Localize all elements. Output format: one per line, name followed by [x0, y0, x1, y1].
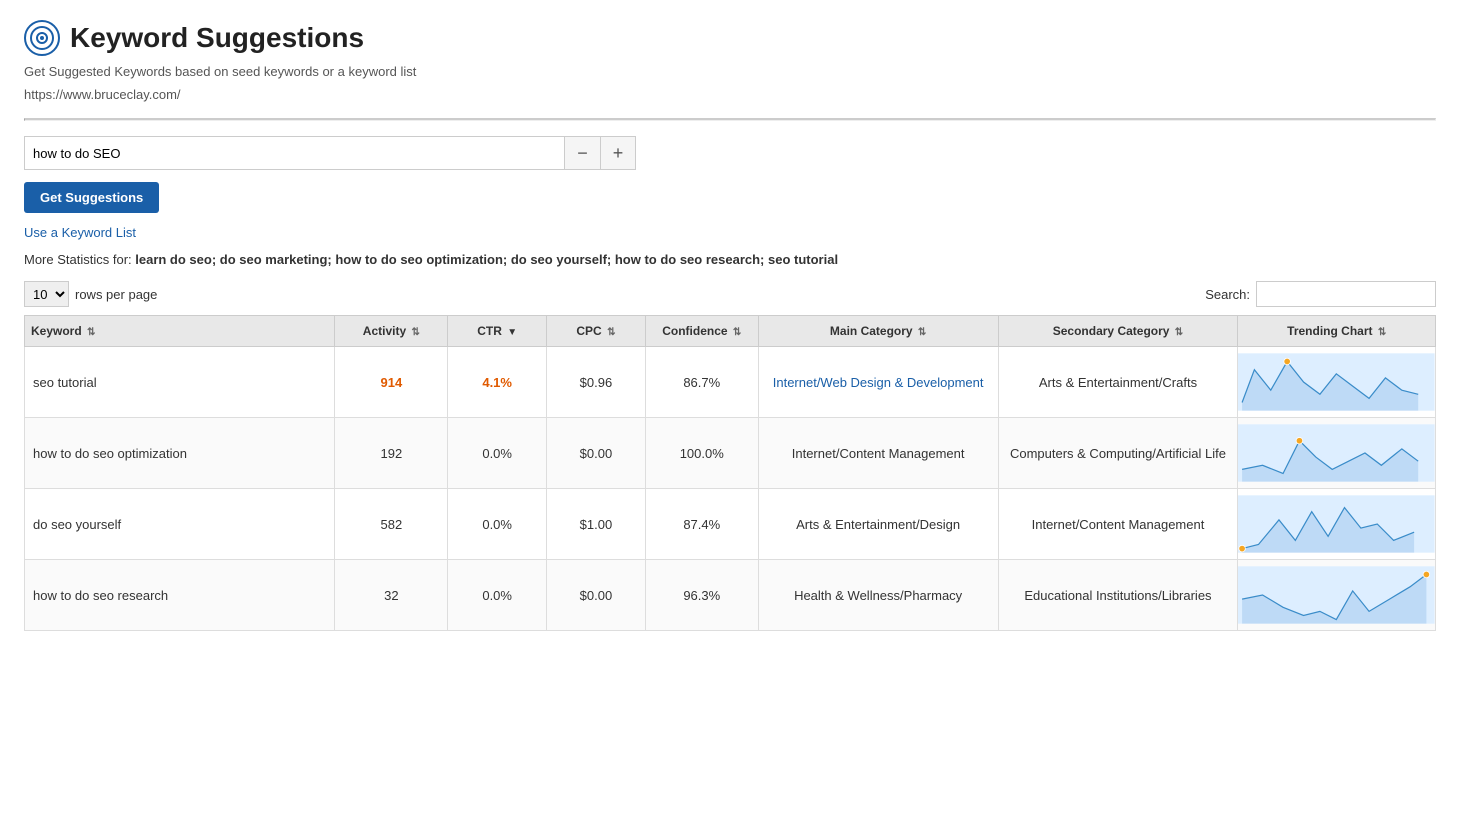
cell-keyword: how to do seo research: [25, 560, 335, 631]
trending-chart-svg: [1238, 489, 1435, 559]
cell-confidence: 86.7%: [645, 347, 758, 418]
more-stats-prefix: More Statistics for:: [24, 252, 135, 267]
col-header-keyword[interactable]: Keyword ⇅: [25, 316, 335, 347]
get-suggestions-button[interactable]: Get Suggestions: [24, 182, 159, 213]
col-header-main-category[interactable]: Main Category ⇅: [758, 316, 998, 347]
table-row: how to do seo research320.0%$0.0096.3%He…: [25, 560, 1436, 631]
page-title: Keyword Suggestions: [70, 22, 364, 54]
cell-trending-chart: [1238, 347, 1436, 418]
table-body: seo tutorial9144.1%$0.9686.7% Internet/We…: [25, 347, 1436, 631]
cell-keyword: how to do seo optimization: [25, 418, 335, 489]
cell-activity: 192: [335, 418, 448, 489]
main-container: Keyword Suggestions Get Suggested Keywor…: [0, 0, 1460, 651]
plus-button[interactable]: +: [600, 136, 636, 170]
cell-cpc: $1.00: [547, 489, 646, 560]
cell-ctr: 0.0%: [448, 418, 547, 489]
table-controls: 10 25 50 rows per page Search:: [24, 281, 1436, 307]
table-row: do seo yourself5820.0%$1.0087.4%Arts & E…: [25, 489, 1436, 560]
cell-trending-chart: [1238, 418, 1436, 489]
sort-arrow-main-cat: ⇅: [918, 327, 926, 338]
cell-secondary-category: Arts & Entertainment/Crafts: [998, 347, 1238, 418]
cell-main-category[interactable]: Internet/Web Design & Development: [758, 347, 998, 418]
sort-arrow-confidence: ⇅: [733, 327, 741, 338]
col-header-activity[interactable]: Activity ⇅: [335, 316, 448, 347]
cell-main-category: Internet/Content Management: [758, 418, 998, 489]
sort-arrow-trending: ⇅: [1378, 327, 1386, 338]
table-header-row: Keyword ⇅ Activity ⇅ CTR ▼ CPC ⇅ Confide…: [25, 316, 1436, 347]
cell-keyword: do seo yourself: [25, 489, 335, 560]
col-header-confidence[interactable]: Confidence ⇅: [645, 316, 758, 347]
cell-confidence: 87.4%: [645, 489, 758, 560]
cell-main-category: Arts & Entertainment/Design: [758, 489, 998, 560]
cell-cpc: $0.00: [547, 418, 646, 489]
main-category-link[interactable]: Internet/Web Design & Development: [773, 375, 984, 390]
cell-confidence: 100.0%: [645, 418, 758, 489]
cell-trending-chart: [1238, 560, 1436, 631]
cell-confidence: 96.3%: [645, 560, 758, 631]
search-label: Search:: [1205, 287, 1250, 302]
trending-chart-svg: [1238, 418, 1435, 488]
subtitle: Get Suggested Keywords based on seed key…: [24, 64, 1436, 79]
use-keyword-link[interactable]: Use a Keyword List: [24, 225, 1436, 240]
cell-secondary-category: Computers & Computing/Artificial Life: [998, 418, 1238, 489]
rows-per-page-label: rows per page: [75, 287, 157, 302]
cell-main-category: Health & Wellness/Pharmacy: [758, 560, 998, 631]
title-row: Keyword Suggestions: [24, 20, 1436, 56]
col-header-ctr[interactable]: CTR ▼: [448, 316, 547, 347]
more-stats-keywords: learn do seo; do seo marketing; how to d…: [135, 252, 838, 267]
table-row: how to do seo optimization1920.0%$0.0010…: [25, 418, 1436, 489]
cell-activity: 914: [335, 347, 448, 418]
sort-arrow-sec-cat: ⇅: [1175, 327, 1183, 338]
page-icon: [24, 20, 60, 56]
more-stats: More Statistics for: learn do seo; do se…: [24, 252, 1436, 267]
search-input[interactable]: [1256, 281, 1436, 307]
sort-arrow-activity: ⇅: [411, 327, 419, 338]
cell-trending-chart: [1238, 489, 1436, 560]
top-divider: [24, 118, 1436, 121]
cell-cpc: $0.96: [547, 347, 646, 418]
rows-per-page-select[interactable]: 10 25 50: [24, 281, 69, 307]
cell-secondary-category: Internet/Content Management: [998, 489, 1238, 560]
sort-arrow-cpc: ⇅: [607, 327, 615, 338]
keyword-input-row: − +: [24, 136, 1436, 170]
cell-ctr: 4.1%: [448, 347, 547, 418]
sort-arrow-keyword: ⇅: [87, 327, 95, 338]
cell-ctr: 0.0%: [448, 560, 547, 631]
trending-chart-svg: [1238, 347, 1435, 417]
col-header-cpc[interactable]: CPC ⇅: [547, 316, 646, 347]
site-url: https://www.bruceclay.com/: [24, 87, 1436, 102]
sort-arrow-ctr: ▼: [507, 327, 517, 338]
cell-keyword: seo tutorial: [25, 347, 335, 418]
keyword-table: Keyword ⇅ Activity ⇅ CTR ▼ CPC ⇅ Confide…: [24, 315, 1436, 631]
cell-cpc: $0.00: [547, 560, 646, 631]
cell-ctr: 0.0%: [448, 489, 547, 560]
trending-chart-svg: [1238, 560, 1435, 630]
search-row: Search:: [1205, 281, 1436, 307]
minus-button[interactable]: −: [564, 136, 600, 170]
keyword-input[interactable]: [24, 136, 564, 170]
cell-secondary-category: Educational Institutions/Libraries: [998, 560, 1238, 631]
cell-activity: 582: [335, 489, 448, 560]
col-header-secondary-category[interactable]: Secondary Category ⇅: [998, 316, 1238, 347]
rows-per-page-control: 10 25 50 rows per page: [24, 281, 157, 307]
table-row: seo tutorial9144.1%$0.9686.7% Internet/We…: [25, 347, 1436, 418]
col-header-trending-chart[interactable]: Trending Chart ⇅: [1238, 316, 1436, 347]
cell-activity: 32: [335, 560, 448, 631]
